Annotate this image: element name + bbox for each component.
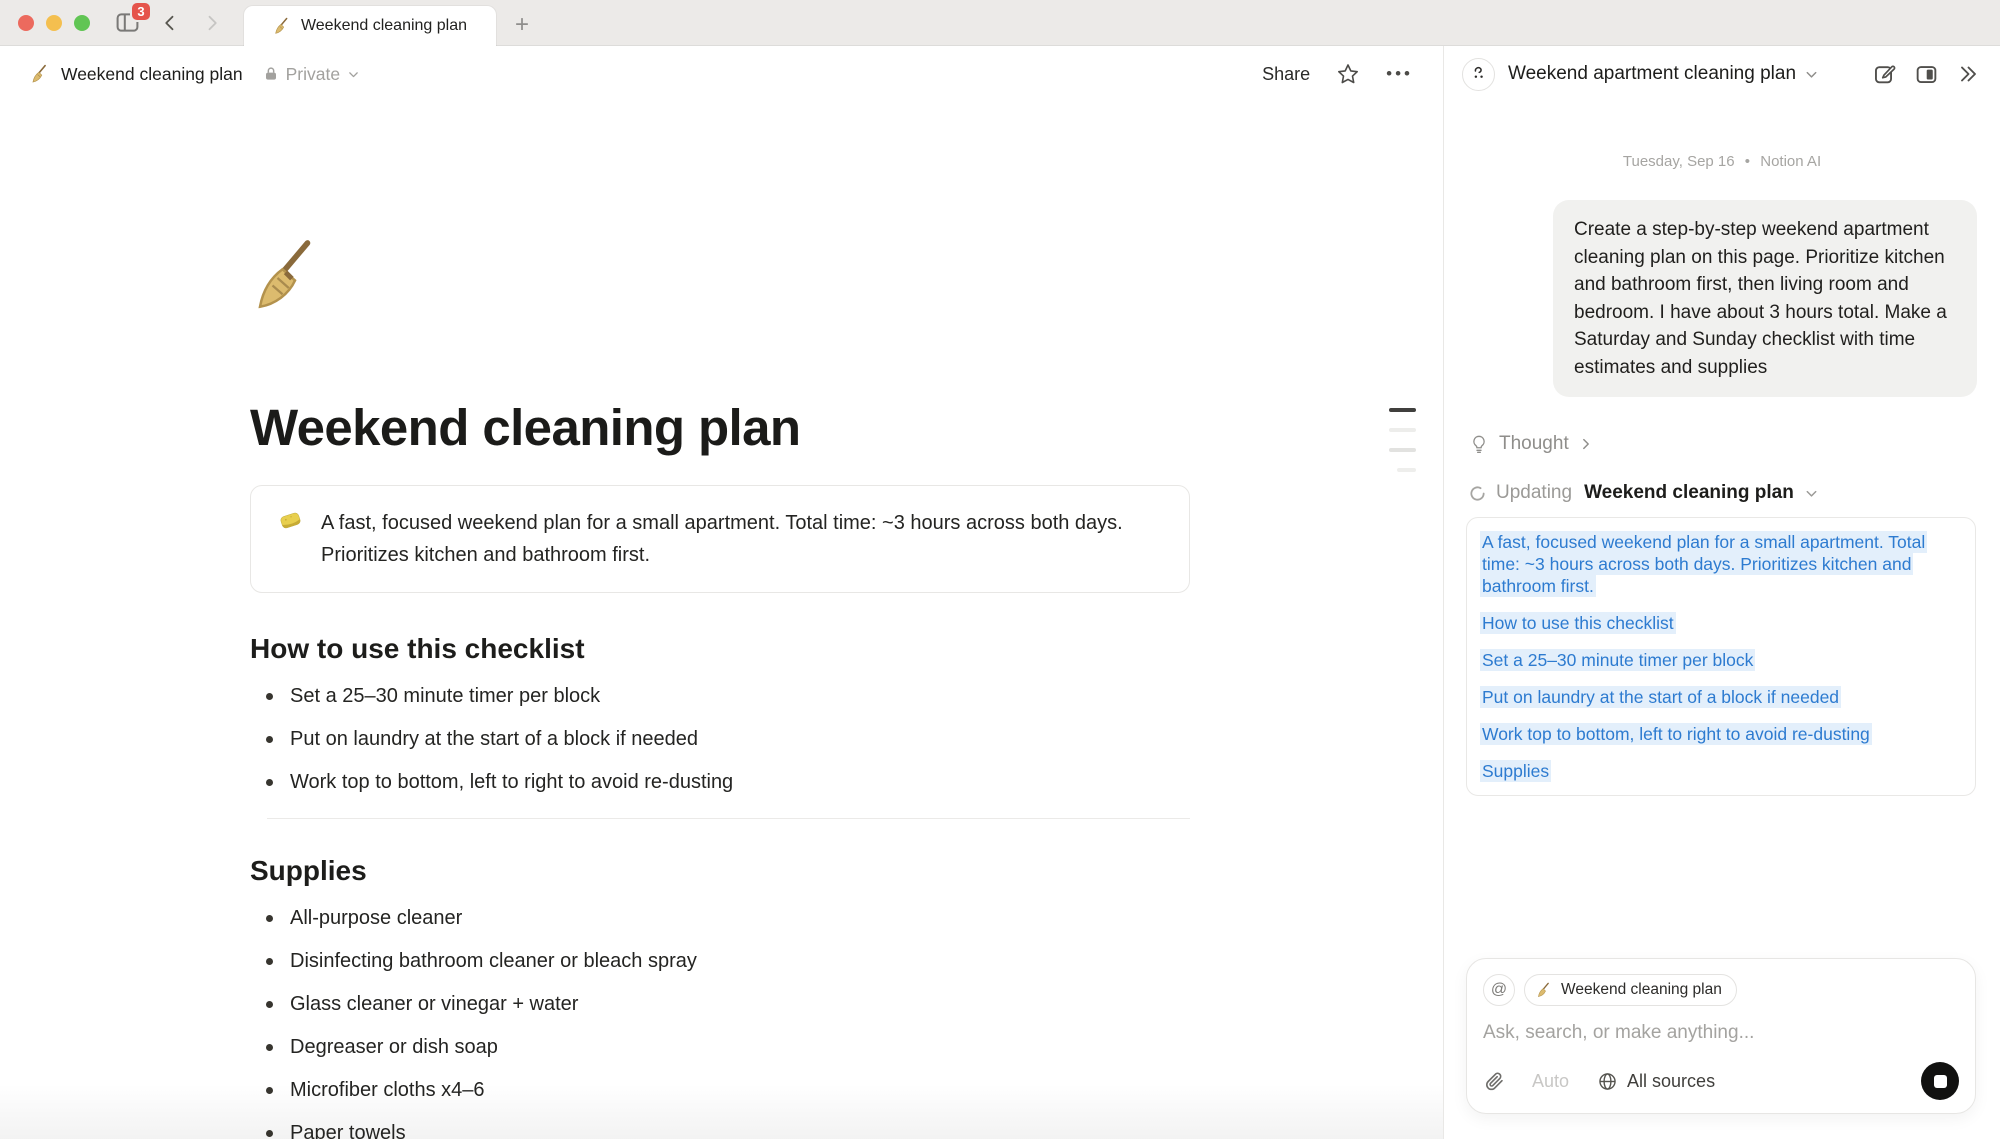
chevron-down-icon: [347, 68, 360, 81]
ai-edit-preview-card: A fast, focused weekend plan for a small…: [1466, 517, 1976, 796]
diff-line: Set a 25–30 minute timer per block: [1480, 649, 1962, 671]
globe-icon: [1597, 1071, 1618, 1092]
privacy-label: Private: [286, 64, 340, 85]
list-item[interactable]: Put on laundry at the start of a block i…: [250, 718, 1190, 761]
list-item[interactable]: Paper towels: [250, 1112, 1190, 1139]
share-button[interactable]: Share: [1262, 64, 1310, 85]
new-chat-compose-icon[interactable]: [1872, 62, 1897, 87]
tab-title: Weekend cleaning plan: [301, 17, 467, 35]
stop-icon: [1934, 1075, 1947, 1088]
chevron-down-icon[interactable]: [1804, 67, 1819, 82]
list-item[interactable]: Set a 25–30 minute timer per block: [250, 675, 1190, 718]
document: Weekend cleaning plan A fast, focused we…: [0, 238, 1443, 1139]
thought-label: Thought: [1499, 433, 1569, 455]
notion-ai-face-icon: [1462, 58, 1495, 91]
user-message-bubble: Create a step-by-step weekend apartment …: [1553, 200, 1977, 397]
nav-forward-button[interactable]: [198, 9, 226, 37]
list-item[interactable]: Microfiber cloths x4–6: [250, 1069, 1190, 1112]
auto-mode-button[interactable]: Auto: [1532, 1071, 1569, 1092]
page-header: Weekend cleaning plan Private Share •••: [0, 46, 1443, 102]
diff-line: Work top to bottom, left to right to avo…: [1480, 723, 1962, 745]
ai-prompt-input[interactable]: [1483, 1022, 1943, 1044]
diff-line: A fast, focused weekend plan for a small…: [1480, 531, 1962, 597]
agent-name: Notion AI: [1760, 153, 1821, 170]
breadcrumb-title: Weekend cleaning plan: [61, 64, 243, 85]
lock-icon: [263, 66, 279, 82]
diff-line: Put on laundry at the start of a block i…: [1480, 686, 1962, 708]
diff-line: How to use this checklist: [1480, 612, 1962, 634]
updating-target-page: Weekend cleaning plan: [1584, 482, 1794, 504]
composer-context-row: @ Weekend cleaning plan: [1483, 974, 1959, 1006]
broom-icon: [273, 17, 292, 36]
broom-icon: [1536, 982, 1553, 999]
conversation-date: Tuesday, Sep 16: [1623, 153, 1735, 170]
chevron-left-icon: [160, 13, 180, 33]
chevron-down-icon: [1804, 486, 1819, 501]
page-title[interactable]: Weekend cleaning plan: [250, 398, 1190, 457]
window-tab-bar: 3 Weekend cleaning plan +: [0, 0, 2000, 46]
spinner-icon: [1469, 485, 1486, 502]
nav-back-button[interactable]: [156, 9, 184, 37]
composer-toolbar: Auto All sources: [1483, 1062, 1959, 1100]
thought-toggle[interactable]: Thought: [1469, 433, 2000, 455]
zoom-window-button[interactable]: [74, 15, 90, 31]
dot-separator: •: [1745, 153, 1750, 170]
ai-thread-title[interactable]: Weekend apartment cleaning plan: [1508, 63, 1796, 85]
ai-composer: @ Weekend cleaning plan Auto All sources: [1466, 958, 1976, 1114]
ai-panel-header: Weekend apartment cleaning plan: [1444, 46, 2000, 102]
paperclip-icon[interactable]: [1483, 1070, 1506, 1093]
toggle-sidebar-button[interactable]: 3: [112, 8, 142, 38]
diff-line: Supplies: [1480, 760, 1962, 782]
ai-header-actions: [1872, 62, 1980, 87]
breadcrumb[interactable]: Weekend cleaning plan: [30, 64, 243, 85]
list-item[interactable]: Glass cleaner or vinegar + water: [250, 983, 1190, 1026]
updating-label: Updating: [1496, 482, 1572, 504]
list-item[interactable]: Disinfecting bathroom cleaner or bleach …: [250, 940, 1190, 983]
all-sources-label: All sources: [1627, 1071, 1715, 1092]
callout-text: A fast, focused weekend plan for a small…: [321, 507, 1163, 571]
chevron-right-icon: [1579, 437, 1593, 451]
stop-generation-button[interactable]: [1921, 1062, 1959, 1100]
divider-block: [267, 818, 1190, 819]
list-item[interactable]: All-purpose cleaner: [250, 897, 1190, 940]
updating-status-row[interactable]: Updating Weekend cleaning plan: [1469, 482, 2000, 504]
new-tab-button[interactable]: +: [506, 9, 538, 41]
callout-block[interactable]: A fast, focused weekend plan for a small…: [250, 485, 1190, 593]
all-sources-button[interactable]: All sources: [1597, 1071, 1715, 1092]
broom-icon: [30, 64, 51, 85]
page-icon-broom[interactable]: [250, 238, 330, 318]
section-heading-how-to-use[interactable]: How to use this checklist: [250, 633, 1190, 665]
tab-weekend-cleaning-plan[interactable]: Weekend cleaning plan: [244, 6, 496, 46]
close-window-button[interactable]: [18, 15, 34, 31]
open-panel-right-icon[interactable]: [1914, 62, 1939, 87]
favorite-star-icon[interactable]: [1336, 62, 1360, 86]
lightbulb-icon: [1469, 434, 1489, 454]
minimize-window-button[interactable]: [46, 15, 62, 31]
notion-ai-panel: Weekend apartment cleaning plan Tuesday,…: [1443, 46, 2000, 1139]
notification-badge: 3: [130, 1, 152, 22]
bulleted-list: Set a 25–30 minute timer per block Put o…: [250, 675, 1190, 804]
traffic-lights: [18, 15, 90, 31]
main-content-area: Weekend cleaning plan Private Share ••• …: [0, 46, 1443, 1139]
collapse-double-chevron-icon[interactable]: [1956, 62, 1980, 86]
section-heading-supplies[interactable]: Supplies: [250, 855, 1190, 887]
more-options-button[interactable]: •••: [1386, 64, 1413, 84]
chevron-right-icon: [202, 13, 222, 33]
mention-button[interactable]: @: [1483, 974, 1515, 1006]
list-item[interactable]: Degreaser or dish soap: [250, 1026, 1190, 1069]
sponge-icon: [277, 507, 304, 571]
bulleted-list: All-purpose cleaner Disinfecting bathroo…: [250, 897, 1190, 1139]
ai-writing-indicator: [1388, 408, 1416, 488]
page-header-actions: Share •••: [1262, 62, 1413, 86]
context-chip-label: Weekend cleaning plan: [1561, 981, 1722, 999]
conversation-meta: Tuesday, Sep 16 • Notion AI: [1444, 153, 2000, 170]
privacy-button[interactable]: Private: [263, 64, 360, 85]
page-context-chip[interactable]: Weekend cleaning plan: [1524, 974, 1737, 1006]
list-item[interactable]: Work top to bottom, left to right to avo…: [250, 761, 1190, 804]
